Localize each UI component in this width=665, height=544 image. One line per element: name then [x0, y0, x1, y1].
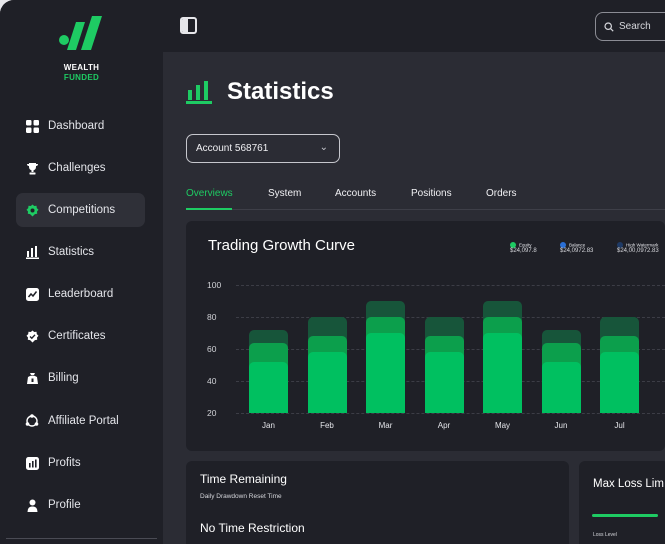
x-tick-label: May [494, 421, 511, 430]
profits-icon [25, 456, 39, 470]
bar-chart-icon [25, 245, 39, 259]
legend-dot [510, 241, 516, 248]
sidebar-item-certificates[interactable]: Certificates [16, 319, 145, 353]
badge-icon [25, 203, 39, 217]
search-input[interactable]: Search [595, 12, 665, 41]
x-tick-label: Apr [437, 421, 451, 430]
y-tick-label: 20 [207, 408, 217, 418]
sidebar-item-label: Affiliate Portal [48, 415, 119, 427]
search-icon [604, 21, 614, 32]
sidebar-item-label: Certificates [48, 330, 106, 342]
tab-accounts[interactable]: Accounts [335, 188, 376, 199]
sidebar-item-billing[interactable]: Billing [16, 361, 145, 395]
max-loss-title: Max Loss Lim [593, 478, 664, 490]
loss-level-label: Loss Level [593, 532, 617, 538]
active-tab-indicator [186, 208, 232, 210]
page-title: Statistics [227, 78, 334, 105]
certificate-icon [25, 329, 39, 343]
legend-name: High Watermark [626, 242, 659, 248]
brand-name-accent: FUNDED [63, 73, 100, 82]
y-tick-label: 60 [207, 344, 217, 354]
top-bar: Search [163, 0, 665, 52]
brand-name: WEALTH [63, 63, 100, 72]
search-placeholder: Search [619, 21, 651, 32]
wealth-funded-logo [59, 16, 102, 50]
tabs-divider [186, 209, 665, 210]
legend-value: $24,0972.83 [560, 248, 594, 254]
sidebar-item-label: Billing [48, 372, 79, 384]
sidebar-item-label: Statistics [48, 246, 95, 258]
sidebar-item-label: Profits [48, 457, 81, 469]
x-tick-label: Jul [614, 421, 625, 430]
legend-value: $24,00,0972.83 [617, 248, 659, 254]
x-tick-label: Jan [262, 421, 275, 430]
loss-level-bar [592, 514, 658, 517]
max-loss-card [579, 461, 665, 544]
sidebar-item-dashboard[interactable]: Dashboard [16, 109, 145, 143]
sidebar-item-label: Competitions [48, 204, 116, 216]
tab-positions[interactable]: Positions [411, 188, 452, 199]
sidebar-item-affiliate-portal[interactable]: Affiliate Portal [16, 404, 145, 438]
affiliate-icon [25, 414, 39, 428]
tab-overviews[interactable]: Overviews [186, 188, 233, 199]
sidebar-item-label: Profile [48, 499, 81, 511]
sidebar-item-label: Leaderboard [48, 288, 114, 300]
wallet-icon [25, 371, 39, 385]
chevron-down-icon: ⌄ [319, 142, 328, 153]
time-restriction-status: No Time Restriction [200, 521, 305, 535]
account-select[interactable]: Account 568761 ⌄ [186, 134, 340, 163]
statistics-title-icon [186, 81, 212, 104]
sidebar-item-challenges[interactable]: Challenges [16, 151, 145, 185]
leaderboard-icon [25, 287, 39, 301]
x-tick-label: Feb [320, 421, 334, 430]
bar-equity [541, 361, 581, 413]
sidebar-divider [6, 538, 157, 539]
legend-dot [560, 241, 566, 248]
bar-equity [483, 333, 522, 413]
legend-name: Equity [519, 242, 532, 248]
bar-equity [424, 352, 464, 413]
y-tick-label: 100 [207, 280, 222, 290]
legend-item-balance: Balance $24,0972.83 [560, 236, 593, 254]
sidebar-item-profile[interactable]: Profile [16, 488, 145, 522]
sidebar-item-leaderboard[interactable]: Leaderboard [16, 277, 145, 311]
bar-equity [600, 352, 639, 413]
sidebar: WEALTH FUNDED Dashboard Challenges Compe… [0, 0, 163, 544]
trophy-icon [25, 161, 39, 175]
time-remaining-subtitle: Daily Drawdown Reset Time [200, 493, 282, 500]
tab-system[interactable]: System [268, 188, 301, 199]
bar-equity [307, 352, 347, 413]
y-tick-label: 80 [207, 312, 217, 322]
account-select-value: Account 568761 [196, 143, 269, 154]
bar-equity [249, 361, 288, 413]
gridline [236, 413, 665, 414]
tab-orders[interactable]: Orders [486, 188, 517, 199]
app-window: WEALTH FUNDED Dashboard Challenges Compe… [0, 0, 665, 544]
sidebar-item-label: Challenges [48, 162, 106, 174]
sidebar-item-label: Dashboard [48, 120, 105, 132]
legend-dot [617, 241, 623, 248]
gridline [236, 285, 665, 286]
x-tick-label: Mar [378, 421, 393, 430]
chart-title: Trading Growth Curve [208, 237, 355, 254]
bar-equity [366, 333, 405, 413]
grid-icon [25, 119, 39, 133]
sidebar-item-profits[interactable]: Profits [16, 446, 145, 480]
legend-value: $24,097.8 [510, 248, 537, 254]
legend-item-high-watermark: High Watermark $24,00,0972.83 [617, 236, 659, 254]
legend-item-equity: Equity $24,097.8 [510, 236, 537, 254]
time-remaining-title: Time Remaining [200, 472, 287, 486]
sidebar-item-statistics[interactable]: Statistics [16, 235, 145, 269]
y-tick-label: 40 [207, 376, 217, 386]
sidebar-item-competitions[interactable]: Competitions [16, 193, 145, 227]
sidebar-toggle-icon[interactable] [180, 17, 197, 34]
legend-name: Balance [569, 242, 586, 248]
user-icon [25, 498, 39, 512]
x-tick-label: Jun [554, 421, 568, 430]
